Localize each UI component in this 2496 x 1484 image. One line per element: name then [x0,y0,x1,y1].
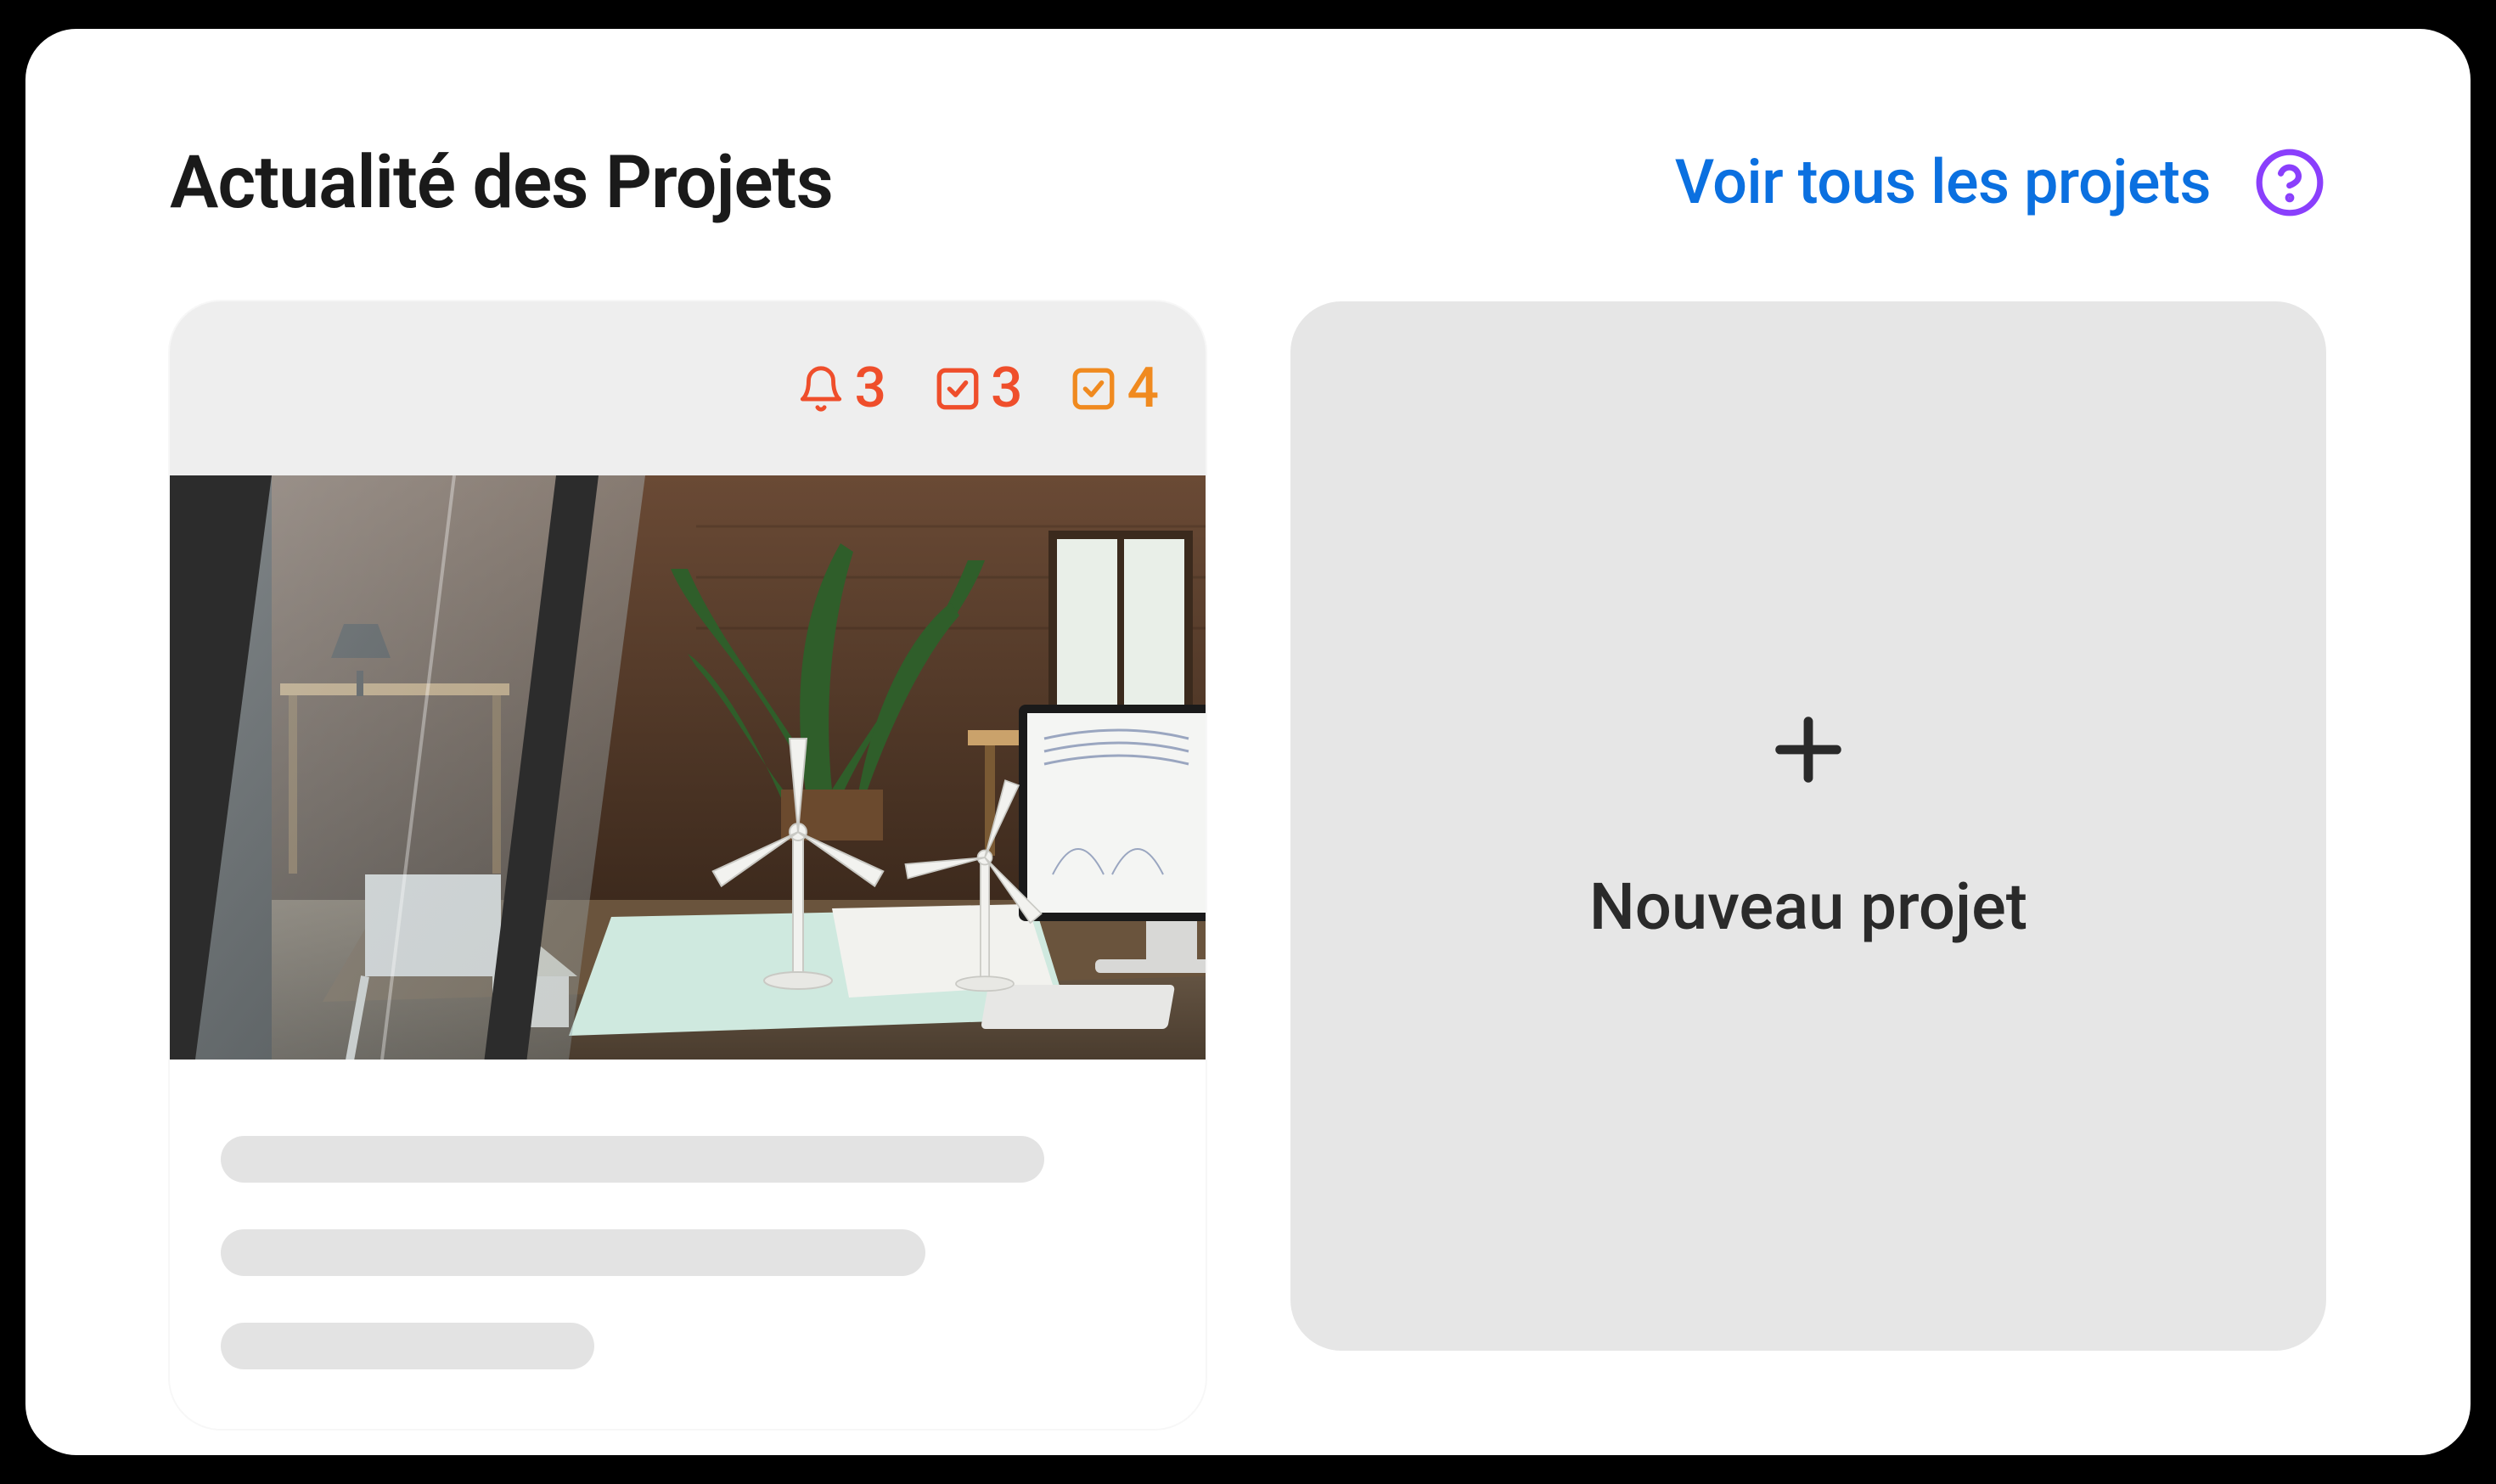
project-card-body [170,1060,1206,1429]
check-square-icon [933,364,982,413]
check-square-icon [1069,364,1118,413]
section-title: Actualité des Projets [170,139,833,225]
checks-red-count: 3 [991,361,1023,417]
new-project-card[interactable]: Nouveau projet [1290,301,2326,1351]
plus-icon [1766,707,1851,792]
help-icon[interactable] [2253,146,2326,219]
projects-panel: Actualité des Projets Voir tous les proj… [25,29,2471,1455]
section-header: Actualité des Projets Voir tous les proj… [170,139,2326,225]
placeholder-line [221,1136,1044,1183]
bell-icon [796,364,846,413]
checks-orange-stat: 4 [1069,361,1159,417]
header-actions: Voir tous les projets [1675,146,2326,219]
placeholder-line [221,1229,925,1276]
notifications-count: 3 [854,361,886,417]
project-card-stats: 3 3 [170,301,1206,475]
notifications-stat: 3 [796,361,886,417]
checks-red-stat: 3 [933,361,1023,417]
placeholder-line [221,1323,594,1369]
cards-row: 3 3 [170,301,2326,1429]
checks-orange-count: 4 [1127,361,1159,417]
project-thumbnail [170,475,1206,1060]
project-card[interactable]: 3 3 [170,301,1206,1429]
see-all-projects-link[interactable]: Voir tous les projets [1675,146,2211,218]
new-project-label: Nouveau projet [1589,868,2027,945]
